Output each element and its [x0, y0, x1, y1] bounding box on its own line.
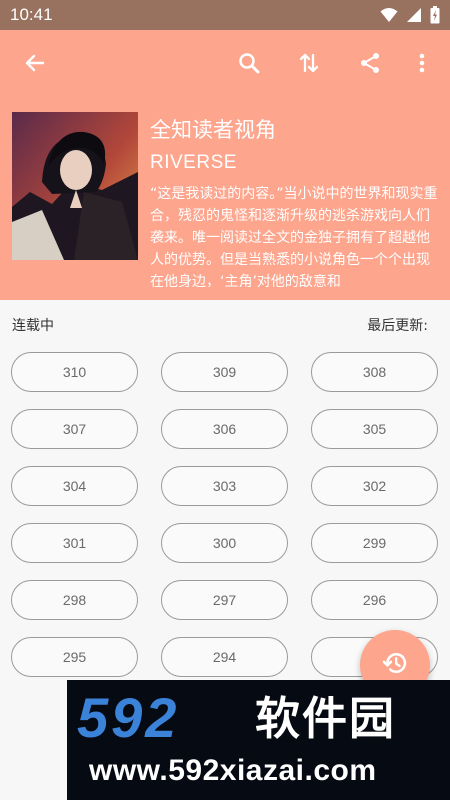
comic-author: RIVERSE [150, 152, 237, 173]
more-vert-icon [410, 51, 434, 79]
chapter-button[interactable]: 303 [161, 466, 288, 506]
chapter-button[interactable]: 298 [11, 580, 138, 620]
comic-header: 全知读者视角 RIVERSE “这是我读过的内容。”当小说中的世界和现实重合，残… [0, 30, 450, 300]
back-arrow-icon [23, 51, 47, 79]
chapter-grid: 310 309 308 307 306 305 304 303 302 301 … [11, 352, 439, 677]
watermark-banner: 592 软件园 www.592xiazai.com [67, 680, 450, 800]
sort-button[interactable] [289, 45, 329, 85]
chapter-button[interactable]: 297 [161, 580, 288, 620]
watermark-logo: 592 软件园 [77, 688, 447, 748]
chapter-button[interactable]: 304 [11, 466, 138, 506]
chapter-list-header: 连载中 最后更新: [0, 300, 450, 346]
comic-title: 全知读者视角 [150, 118, 276, 142]
history-icon [381, 649, 409, 681]
battery-icon [430, 6, 440, 28]
search-button[interactable] [229, 45, 269, 85]
chapter-button[interactable]: 305 [311, 409, 438, 449]
search-icon [237, 51, 261, 79]
chapter-button[interactable]: 300 [161, 523, 288, 563]
status-icons [380, 6, 440, 28]
status-bar: 10:41 [0, 0, 450, 30]
status-time: 10:41 [10, 5, 53, 24]
app-bar [0, 30, 450, 100]
watermark-number: 592 [77, 686, 180, 749]
sort-icon [297, 51, 321, 79]
back-button[interactable] [15, 45, 55, 85]
signal-icon [406, 7, 422, 27]
chapter-button[interactable]: 296 [311, 580, 438, 620]
chapter-button[interactable]: 302 [311, 466, 438, 506]
chapter-button[interactable]: 295 [11, 637, 138, 677]
last-updated-label: 最后更新: [367, 318, 428, 334]
wifi-icon [380, 7, 398, 27]
share-icon [358, 51, 382, 79]
chapter-button[interactable]: 308 [311, 352, 438, 392]
chapter-button[interactable]: 299 [311, 523, 438, 563]
chapter-button[interactable]: 307 [11, 409, 138, 449]
share-button[interactable] [350, 45, 390, 85]
chapter-button[interactable]: 306 [161, 409, 288, 449]
chapter-button[interactable]: 301 [11, 523, 138, 563]
more-button[interactable] [402, 45, 442, 85]
watermark-site-name: 软件园 [255, 692, 397, 745]
chapter-button[interactable]: 309 [161, 352, 288, 392]
comic-synopsis: “这是我读过的内容。”当小说中的世界和现实重合，残忍的鬼怪和逐渐升级的逃杀游戏向… [150, 186, 438, 287]
watermark-url: www.592xiazai.com [89, 754, 377, 787]
serialization-status: 连载中 [12, 318, 54, 334]
chapter-button[interactable]: 294 [161, 637, 288, 677]
comic-cover-image[interactable] [12, 112, 138, 260]
chapter-button[interactable]: 310 [11, 352, 138, 392]
